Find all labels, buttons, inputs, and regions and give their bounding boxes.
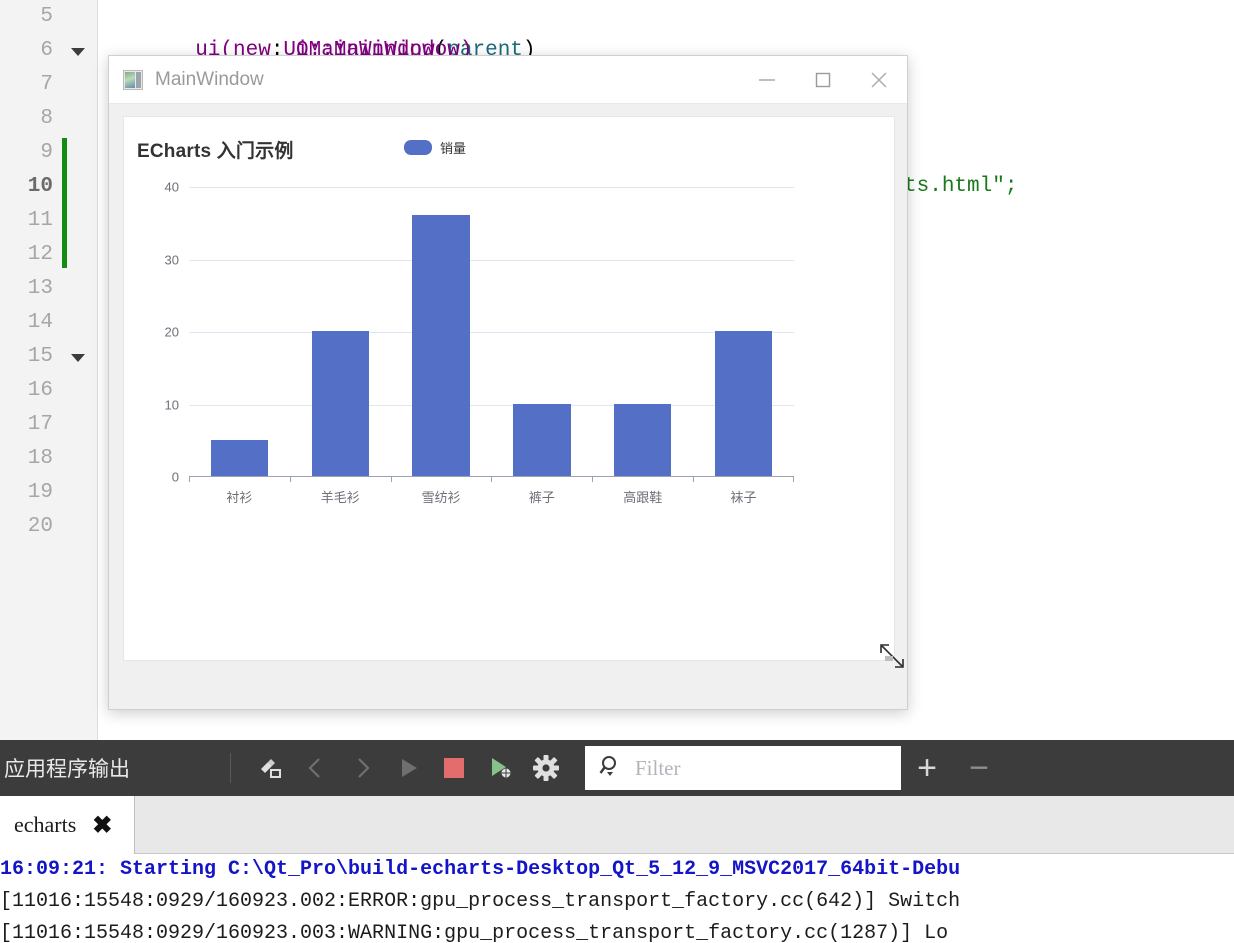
bar-slot-1: 羊毛衫 — [289, 186, 391, 505]
gutter-line-9[interactable]: 9 — [0, 136, 97, 170]
main-window[interactable]: MainWindow ECharts 入门示例 销量 40 30 20 10 0… — [108, 55, 908, 710]
gutter-line-5[interactable]: 5 — [0, 0, 97, 34]
prev-item-icon[interactable] — [293, 745, 339, 791]
resize-grip-cursor[interactable] — [872, 636, 912, 676]
output-tabstrip: echarts ✖ — [0, 796, 1234, 854]
bar-slot-2: 雪纺衫 — [390, 186, 492, 505]
gutter-line-17[interactable]: 17 — [0, 408, 97, 442]
x-tick-mark-4 — [592, 476, 594, 482]
screen-root: 5 6 7 8 9 10 11 12 13 14 15 16 17 18 19 20 : QMainWindo… — [0, 0, 1234, 943]
fold-arrow-icon[interactable] — [71, 354, 85, 362]
filter-input[interactable] — [633, 754, 873, 782]
gutter-line-7[interactable]: 7 — [0, 68, 97, 102]
next-item-icon[interactable] — [339, 745, 385, 791]
x-axis-label-4: 高跟鞋 — [623, 490, 663, 505]
fold-arrow-icon[interactable] — [71, 48, 85, 56]
tab-label: echarts — [14, 812, 77, 837]
window-title-bar[interactable]: MainWindow — [109, 56, 907, 104]
bar-slot-3: 裤子 — [491, 186, 592, 505]
minimize-button[interactable] — [739, 56, 795, 104]
console-line-1: [11016:15548:0929/160923.002:ERROR:gpu_p… — [0, 890, 961, 913]
gutter-line-8[interactable]: 8 — [0, 102, 97, 136]
y-axis-tick-20: 20 — [164, 324, 179, 340]
settings-gear-icon[interactable] — [523, 745, 569, 791]
webview-content[interactable]: ECharts 入门示例 销量 40 30 20 10 0 衬衫 羊毛衫 雪纺衫 裤子 高跟鞋 袜子 — [123, 116, 904, 668]
close-icon[interactable]: ✖ — [92, 811, 112, 840]
gutter-line-12[interactable]: 12 — [0, 238, 97, 272]
gutter-line-11[interactable]: 11 — [0, 204, 97, 238]
console-line-2: [11016:15548:0929/160923.003:WARNING:gpu… — [0, 922, 949, 943]
chart-title: ECharts 入门示例 — [137, 141, 294, 162]
maximize-button[interactable] — [795, 56, 851, 104]
code-line-5: : QMainWindow(parent) — [98, 0, 1234, 62]
output-pane-title: 应用程序输出 — [4, 758, 130, 781]
bar-衬衫[interactable] — [210, 439, 269, 476]
chart-plot-area: 40 30 20 10 0 衬衫 羊毛衫 雪纺衫 裤子 高跟鞋 袜子 — [165, 180, 794, 505]
window-controls — [739, 56, 907, 104]
y-axis-tick-30: 30 — [164, 252, 179, 267]
gutter-line-14[interactable]: 14 — [0, 306, 97, 340]
bar-雪纺衫[interactable] — [412, 215, 470, 476]
bar-羊毛衫[interactable] — [311, 331, 369, 476]
echarts-bar-chart[interactable]: ECharts 入门示例 销量 40 30 20 10 0 衬衫 羊毛衫 雪纺衫 裤子 高跟鞋 袜子 — [124, 117, 894, 660]
run-icon[interactable] — [385, 745, 431, 791]
console-line-0: 16:09:21: Starting C:\Qt_Pro\build-echar… — [0, 858, 961, 881]
bar-slot-4: 高跟鞋 — [592, 186, 693, 505]
bar-series-sales: 衬衫 羊毛衫 雪纺衫 裤子 高跟鞋 袜子 — [189, 186, 794, 505]
gutter-line-10[interactable]: 10 — [0, 170, 97, 204]
filter-field-wrapper[interactable] — [585, 746, 901, 790]
bar-slot-0: 衬衫 — [189, 186, 290, 505]
x-axis-label-3: 裤子 — [528, 490, 555, 505]
editor-gutter[interactable]: 5 6 7 8 9 10 11 12 13 14 15 16 17 18 19 20 — [0, 0, 98, 740]
x-tick-mark-0 — [189, 476, 190, 482]
clear-output-icon[interactable] — [247, 745, 293, 791]
zoom-in-button[interactable]: + — [901, 745, 953, 791]
window-title-text: MainWindow — [155, 68, 264, 90]
x-tick-mark-2 — [390, 476, 392, 482]
x-tick-mark-1 — [289, 476, 291, 482]
y-axis-tick-0: 0 — [171, 469, 179, 485]
x-axis-label-0: 衬衫 — [226, 490, 253, 505]
y-axis-tick-40: 40 — [164, 179, 179, 195]
bar-slot-5: 袜子 — [693, 186, 794, 505]
console-output[interactable]: 16:09:21: Starting C:\Qt_Pro\build-echar… — [0, 854, 1234, 943]
tab-echarts[interactable]: echarts ✖ — [0, 796, 136, 854]
legend-swatch-sales — [404, 140, 432, 155]
legend-label-sales[interactable]: 销量 — [440, 138, 466, 157]
gutter-line-15[interactable]: 15 — [0, 340, 97, 374]
bar-袜子[interactable] — [714, 331, 773, 476]
gutter-line-19[interactable]: 19 — [0, 476, 97, 510]
x-tick-mark-5 — [693, 476, 695, 482]
gutter-line-16[interactable]: 16 — [0, 374, 97, 408]
gutter-line-13[interactable]: 13 — [0, 272, 97, 306]
toolbar-separator — [230, 753, 231, 783]
y-axis-tick-10: 10 — [164, 397, 179, 412]
gutter-line-20[interactable]: 20 — [0, 510, 97, 544]
vcs-change-marker — [62, 138, 67, 268]
close-button[interactable] — [851, 56, 907, 104]
x-tick-mark-end — [792, 476, 794, 482]
x-tick-mark-3 — [491, 476, 493, 482]
bar-高跟鞋[interactable] — [613, 403, 672, 476]
x-axis-label-1: 羊毛衫 — [320, 490, 360, 505]
x-axis-label-2: 雪纺衫 — [421, 490, 461, 505]
zoom-out-button[interactable]: − — [953, 745, 1005, 791]
stop-icon[interactable] — [431, 745, 477, 791]
app-window-icon — [123, 69, 143, 90]
x-axis-label-5: 袜子 — [730, 490, 757, 505]
search-icon[interactable] — [599, 754, 623, 783]
chart-legend[interactable]: 销量 — [404, 138, 466, 157]
debug-run-icon[interactable] — [477, 745, 523, 791]
gutter-line-18[interactable]: 18 — [0, 442, 97, 476]
output-toolbar: 应用程序输出 Filter + − — [0, 740, 1234, 796]
gutter-line-6[interactable]: 6 — [0, 34, 97, 68]
bar-裤子[interactable] — [513, 403, 571, 476]
application-output-pane: 应用程序输出 Filter + − echarts ✖ 16:09:21: St… — [0, 740, 1234, 943]
